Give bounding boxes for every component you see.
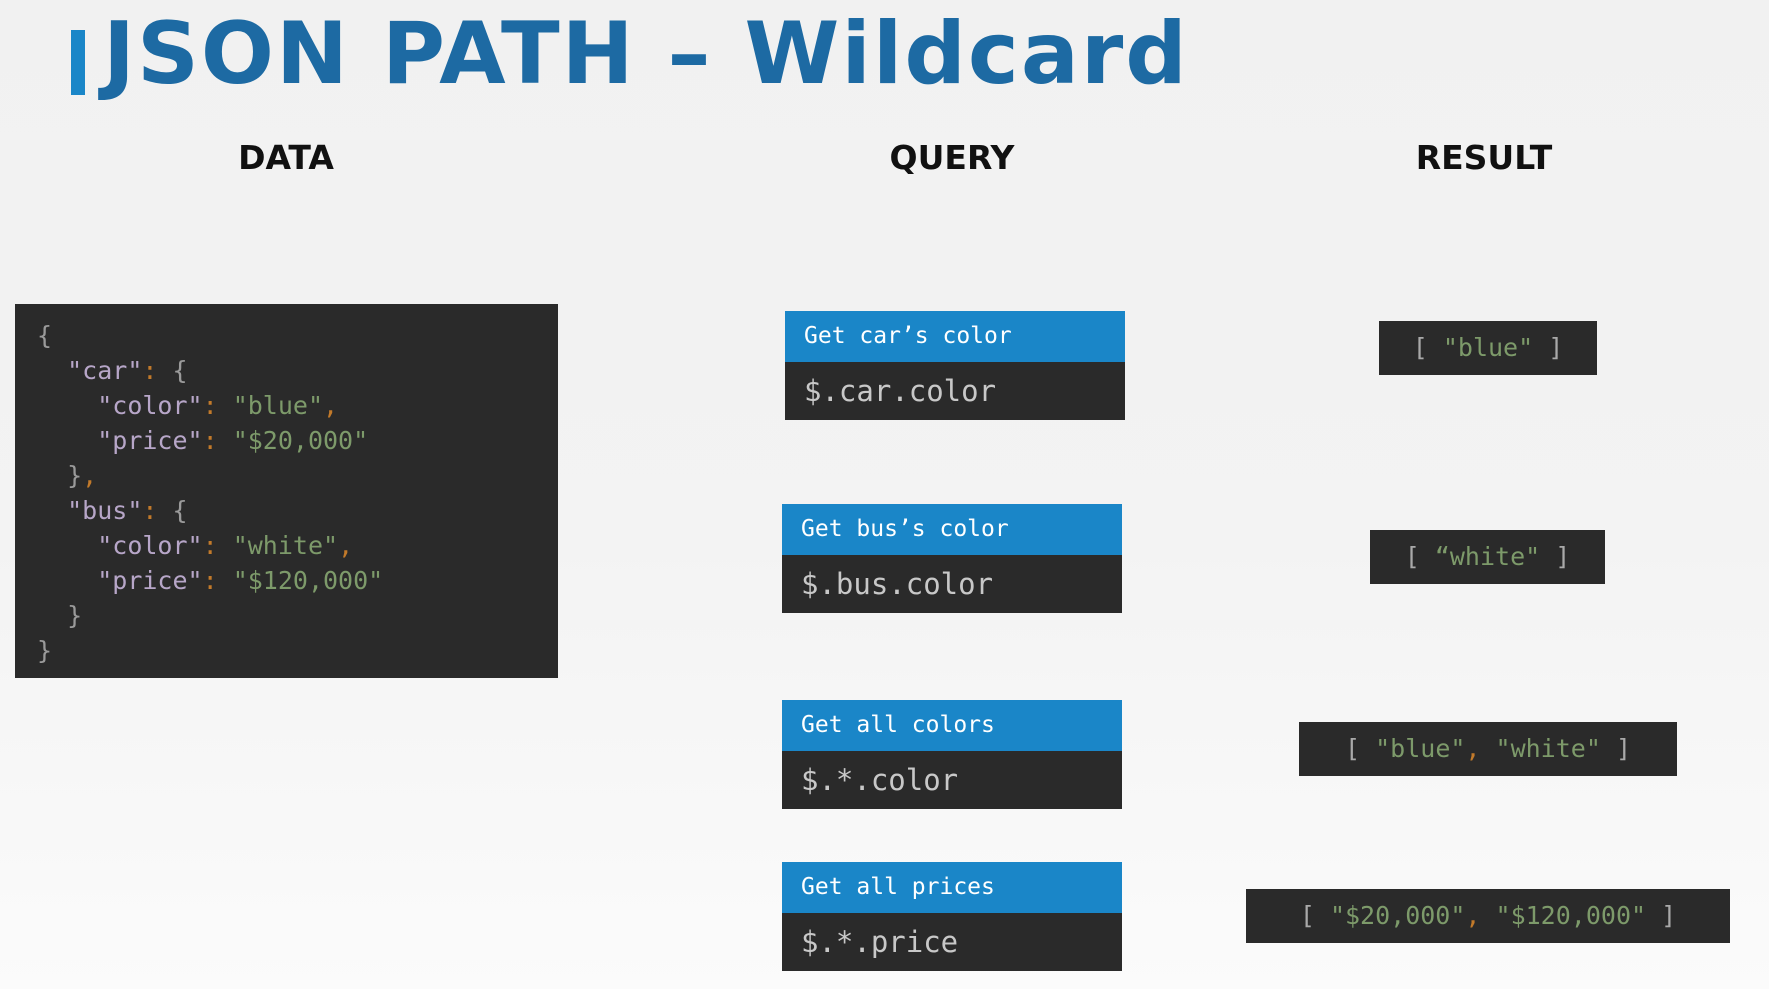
result-box-all-prices: [ "$20,000", "$120,000" ] [1246, 889, 1730, 943]
code-key: "price" [97, 566, 203, 595]
query-column-heading: QUERY [889, 138, 1015, 177]
code-key: "bus" [67, 496, 143, 525]
title-accent-bar [71, 30, 85, 95]
code-value: "$20,000" [232, 426, 369, 455]
query-label: Get bus’s color [782, 504, 1122, 555]
code-key: "color" [97, 531, 203, 560]
code-key: "price" [97, 426, 203, 455]
data-column-heading: DATA [238, 138, 334, 177]
query-card-all-colors: Get all colors $.*.color [782, 700, 1122, 809]
result-value: "white" [1495, 734, 1601, 763]
result-column-heading: RESULT [1415, 138, 1553, 177]
code-brace: { [37, 321, 53, 350]
query-expression: $.*.color [782, 751, 1122, 809]
page-title: JSON PATH – Wildcard [103, 4, 1189, 104]
query-label: Get all prices [782, 862, 1122, 913]
code-key: "car" [67, 356, 143, 385]
query-expression: $.bus.color [782, 555, 1122, 613]
code-value: "$120,000" [232, 566, 384, 595]
query-label: Get all colors [782, 700, 1122, 751]
result-value: "blue" [1375, 734, 1466, 763]
result-box-bus-color: [ “white" ] [1370, 530, 1605, 584]
result-box-car-color: [ "blue" ] [1379, 321, 1597, 375]
query-expression: $.car.color [785, 362, 1125, 420]
code-value: "white" [232, 531, 339, 560]
data-code-block: { "car": { "color": "blue", "price": "$2… [15, 304, 558, 678]
result-value: “white" [1434, 542, 1541, 571]
result-value: "$120,000" [1495, 901, 1647, 930]
query-card-all-prices: Get all prices $.*.price [782, 862, 1122, 971]
query-expression: $.*.price [782, 913, 1122, 971]
query-card-bus-color: Get bus’s color $.bus.color [782, 504, 1122, 613]
code-brace: } [37, 636, 53, 665]
result-value: "$20,000" [1329, 901, 1466, 930]
result-value: "blue" [1442, 333, 1534, 362]
code-key: "color" [97, 391, 203, 420]
code-value: "blue" [232, 391, 324, 420]
result-box-all-colors: [ "blue", "white" ] [1299, 722, 1677, 776]
query-card-car-color: Get car’s color $.car.color [785, 311, 1125, 420]
query-label: Get car’s color [785, 311, 1125, 362]
